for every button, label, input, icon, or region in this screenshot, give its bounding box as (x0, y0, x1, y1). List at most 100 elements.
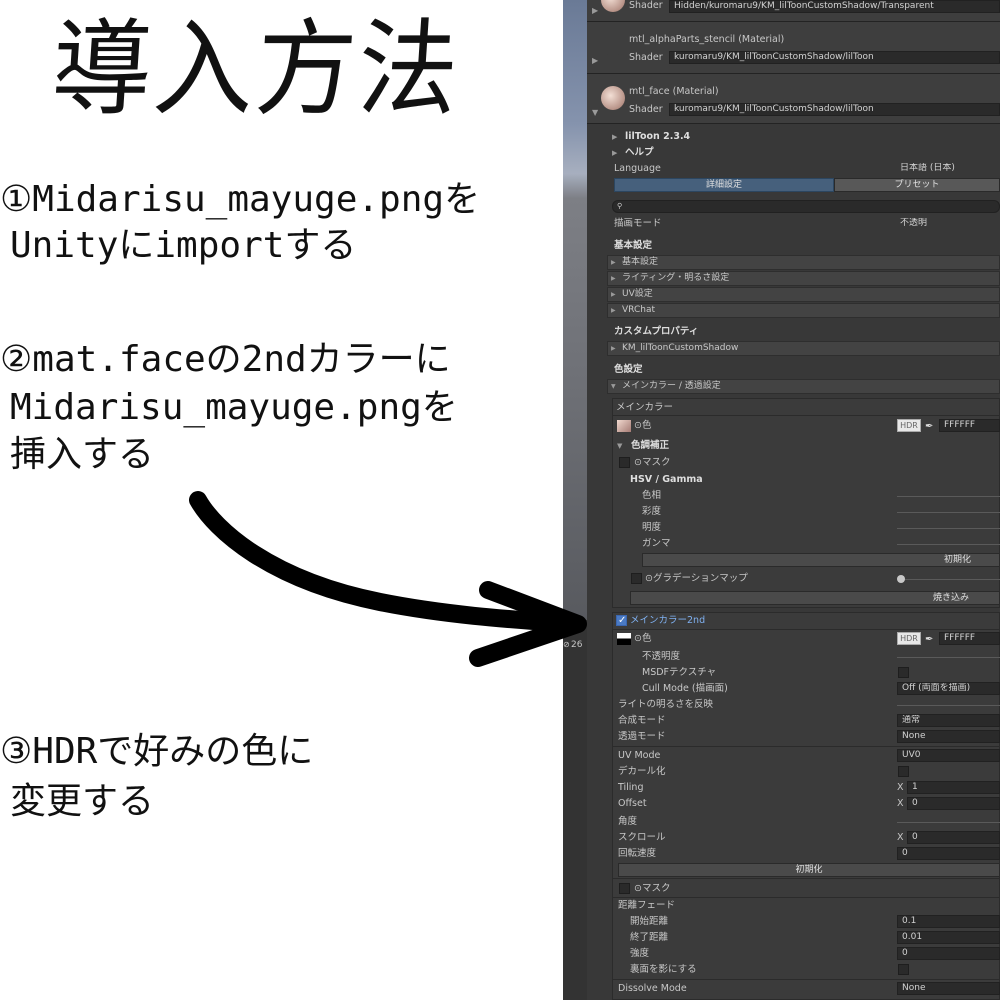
liltoon-version: lilToon 2.3.4 (625, 131, 691, 142)
fold-basic[interactable]: 基本設定 (607, 255, 1000, 270)
mask-texture-slot[interactable] (619, 883, 630, 894)
language-row: Language 日本語 (日本) (587, 161, 1000, 177)
offset-x-label: X (897, 798, 904, 809)
dissolve-dropdown[interactable]: None (897, 982, 1000, 995)
shader-label: Shader (629, 52, 663, 63)
strength-field[interactable]: 0 (897, 947, 1000, 960)
gradient-label: ⊙グラデーションマップ (645, 573, 748, 584)
msdf-checkbox[interactable] (898, 667, 909, 678)
search-input[interactable]: ⚲ (612, 200, 1000, 213)
foldout-arrow-icon[interactable]: ▼ (617, 438, 622, 454)
gradient-slider-knob[interactable] (897, 575, 905, 583)
reset-hsv-button[interactable]: 初期化 (642, 553, 1000, 567)
scroll-x-field[interactable]: 0 (907, 831, 1000, 844)
angle-slider[interactable] (897, 822, 1000, 823)
dist-fade-header: 距離フェード (618, 900, 676, 911)
main-color-row: ⊙色 HDR ✒ FFFFFF (587, 418, 1000, 434)
hdr-color-field[interactable]: HDR (897, 632, 921, 645)
eyedropper-icon[interactable]: ✒ (925, 419, 933, 435)
uvmode-label: UV Mode (618, 750, 661, 761)
rotate-label: 回転速度 (618, 848, 657, 859)
material-name: mtl_face (Material) (629, 86, 719, 97)
backface-checkbox[interactable] (898, 964, 909, 975)
reset-uv-button[interactable]: 初期化 (618, 863, 1000, 877)
alpha-dropdown[interactable]: None (897, 730, 1000, 743)
fold-uv[interactable]: UV設定 (607, 287, 1000, 302)
saturation-slider[interactable] (897, 512, 1000, 513)
foldout-arrow-icon[interactable]: ▶ (592, 56, 598, 65)
texture-thumbnail[interactable] (617, 633, 631, 645)
second-color-toggle[interactable] (616, 613, 627, 629)
foldout-arrow-icon[interactable]: ▶ (592, 6, 598, 15)
gamma-slider[interactable] (897, 544, 1000, 545)
end-distance-field[interactable]: 0.01 (897, 931, 1000, 944)
foldout-arrow-icon[interactable]: ▶ (612, 145, 617, 161)
blend-dropdown[interactable]: 通常 (897, 714, 1000, 727)
mask-texture-slot[interactable] (619, 457, 630, 468)
foldout-arrow-icon[interactable]: ▼ (592, 108, 598, 117)
alpha-label: 透過モード (618, 731, 666, 742)
gradient-map-slot[interactable] (631, 573, 642, 584)
tab-preset[interactable]: プリセット (834, 178, 1000, 192)
material-name: mtl_alphaParts_stencil (Material) (629, 34, 785, 45)
render-mode-dropdown[interactable]: 不透明 (895, 217, 1000, 230)
second-color-title: メインカラー2nd (630, 615, 706, 626)
brightness-label: 明度 (642, 522, 662, 533)
hdr-color-field[interactable]: HDR (897, 419, 921, 432)
rotate-field[interactable]: 0 (897, 847, 1000, 860)
cull-label: Cull Mode (描画面) (642, 683, 728, 694)
offset-x-field[interactable]: 0 (907, 797, 1000, 810)
shader-dropdown[interactable]: kuromaru9/KM_lilToonCustomShadow/lilToon (669, 51, 1000, 64)
material-header-face[interactable]: ▼ mtl_face (Material) Shader kuromaru9/K… (587, 74, 1000, 124)
start-distance-field[interactable]: 0.1 (897, 915, 1000, 928)
material-header-transparent[interactable]: ▶ Shader Hidden/kuromaru9/KM_lilToonCust… (587, 0, 1000, 22)
shader-dropdown[interactable]: Hidden/kuromaru9/KM_lilToonCustomShadow/… (669, 0, 1000, 13)
arrow-graphic (189, 491, 587, 667)
search-icon: ⚲ (617, 202, 623, 210)
second-color-hex[interactable]: FFFFFF (939, 632, 1000, 645)
main-color-hex[interactable]: FFFFFF (939, 419, 1000, 432)
decal-label: デカール化 (618, 766, 666, 777)
hue-label: 色相 (642, 490, 662, 501)
scroll-x-label: X (897, 832, 904, 843)
step3-line2: 変更する (10, 781, 155, 822)
mask-label: ⊙マスク (634, 883, 671, 894)
uvmode-dropdown[interactable]: UV0 (897, 749, 1000, 762)
scroll-label: スクロール (618, 832, 666, 843)
brightness-slider[interactable] (897, 528, 1000, 529)
fold-vrchat[interactable]: VRChat (607, 303, 1000, 318)
offset-label: Offset (618, 798, 647, 809)
fold-main-color[interactable]: メインカラー / 透過設定 (607, 379, 1000, 394)
light-label: ライトの明るさを反映 (618, 699, 714, 710)
shader-dropdown[interactable]: kuromaru9/KM_lilToonCustomShadow/lilToon (669, 103, 1000, 116)
fold-custom-shadow[interactable]: KM_lilToonCustomShadow (607, 341, 1000, 356)
light-slider[interactable] (897, 705, 1000, 706)
liltoon-version-row[interactable]: ▶ lilToon 2.3.4 (587, 129, 1000, 145)
tiling-x-field[interactable]: 1 (907, 781, 1000, 794)
custom-header: カスタムプロパティ (614, 326, 699, 337)
texture-thumbnail[interactable] (617, 420, 631, 432)
color-header: 色設定 (614, 364, 643, 375)
decal-checkbox[interactable] (898, 766, 909, 777)
material-preview-icon (601, 86, 625, 110)
opacity-slider[interactable] (897, 657, 1000, 658)
end-distance-label: 終了距離 (630, 932, 669, 943)
tone-row[interactable]: ▼ 色調補正 (587, 438, 1000, 454)
hue-slider[interactable] (897, 496, 1000, 497)
tiling-x-label: X (897, 782, 904, 793)
search-row: ⚲ (587, 199, 1000, 215)
material-header-stencil[interactable]: ▶ mtl_alphaParts_stencil (Material) Shad… (587, 22, 1000, 74)
eyedropper-icon[interactable]: ✒ (925, 632, 933, 648)
tab-detail[interactable]: 詳細設定 (614, 178, 834, 192)
foldout-arrow-icon[interactable]: ▶ (612, 129, 617, 145)
color-section: 色設定 (587, 362, 1000, 378)
angle-label: 角度 (618, 816, 638, 827)
bake-button[interactable]: 焼き込み (630, 591, 1000, 605)
fold-lighting[interactable]: ライティング・明るさ設定 (607, 271, 1000, 286)
gradient-slider[interactable] (900, 579, 1000, 580)
tone-mask-row: ⊙マスク (587, 455, 1000, 471)
render-mode-label: 描画モード (614, 218, 662, 229)
language-dropdown[interactable]: 日本語 (日本) (895, 162, 1000, 175)
cull-dropdown[interactable]: Off (両面を描画) (897, 682, 1000, 695)
help-row[interactable]: ▶ ヘルプ (587, 145, 1000, 161)
